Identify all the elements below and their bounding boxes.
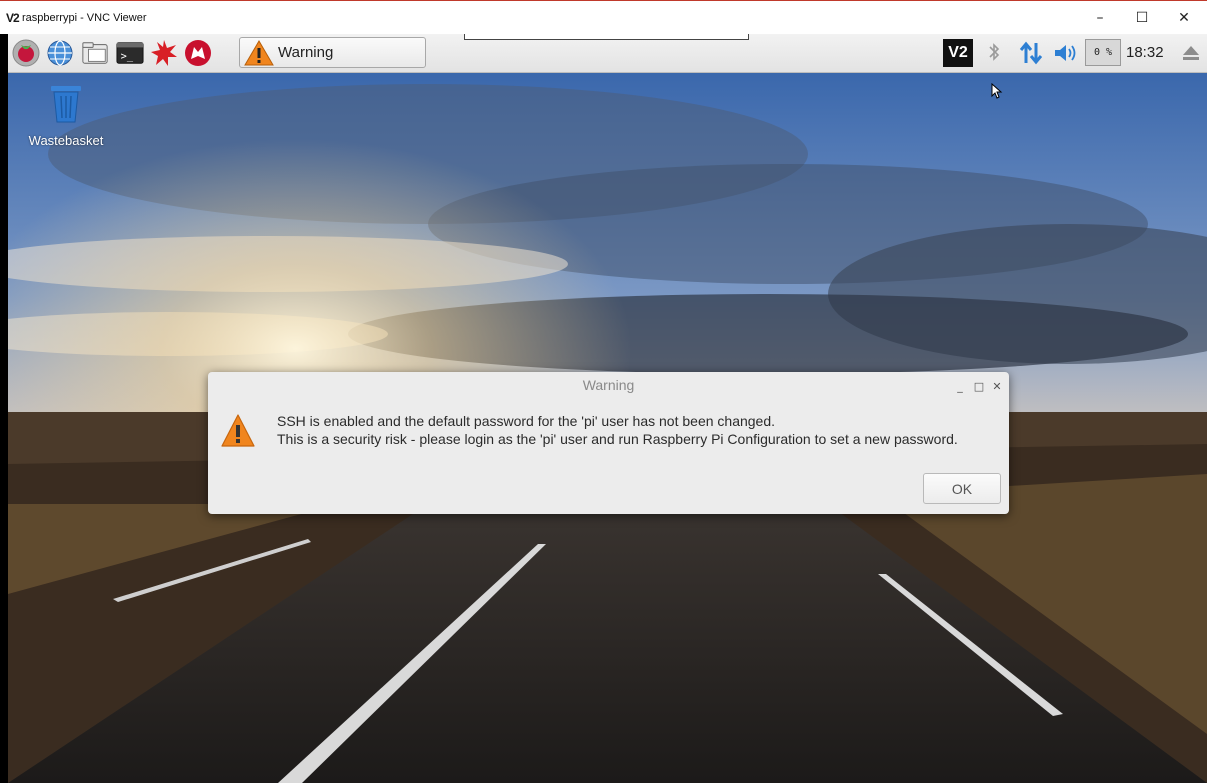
vnc-viewer-title-bar[interactable]: V2 raspberrypi - VNC Viewer – ☐ ✕ <box>0 0 1207 34</box>
window-close-button[interactable]: ✕ <box>1163 1 1205 34</box>
top-panel: >_ Warning V2 0 % 18:32 <box>8 34 1207 73</box>
vnc-logo-icon: V2 <box>6 11 20 25</box>
vnc-tray-label: V2 <box>948 44 968 61</box>
vnc-server-icon[interactable]: V2 <box>942 38 974 68</box>
cpu-usage-monitor[interactable]: 0 % <box>1085 39 1121 66</box>
bluetooth-icon[interactable] <box>984 38 1004 68</box>
trash-icon <box>51 86 81 123</box>
dialog-message: SSH is enabled and the default password … <box>277 412 1002 448</box>
network-icon[interactable] <box>1016 38 1046 68</box>
window-maximize-button[interactable]: ☐ <box>1121 1 1163 34</box>
terminal-icon[interactable]: >_ <box>116 39 144 67</box>
warning-icon <box>244 39 274 65</box>
web-browser-icon[interactable] <box>46 39 74 67</box>
window-minimize-button[interactable]: – <box>1079 1 1121 34</box>
dialog-message-line: SSH is enabled and the default password … <box>277 413 776 429</box>
taskbar-warning-button[interactable]: Warning <box>239 37 426 68</box>
mathematica-icon[interactable] <box>150 39 178 67</box>
mouse-cursor-icon <box>991 83 1003 99</box>
taskbar-item-label: Warning <box>278 44 334 61</box>
dialog-title: Warning <box>582 377 635 393</box>
wolfram-icon[interactable] <box>184 39 212 67</box>
file-manager-icon[interactable] <box>81 39 109 67</box>
dialog-message-line: This is a security risk - please login a… <box>277 431 958 447</box>
eject-icon[interactable] <box>1178 38 1204 68</box>
warning-icon <box>221 414 255 447</box>
panel-input-strip <box>464 34 749 40</box>
panel-clock[interactable]: 18:32 <box>1126 44 1164 61</box>
dialog-minimize-button[interactable]: _ <box>951 377 969 395</box>
ok-button[interactable]: OK <box>923 473 1001 504</box>
desktop-icon-label: Wastebasket <box>28 133 104 148</box>
dialog-maximize-button[interactable]: □ <box>970 377 988 395</box>
remote-desktop[interactable]: >_ Warning V2 0 % 18:32 Wastebasket Warn… <box>8 34 1207 783</box>
window-title: raspberrypi - VNC Viewer <box>22 12 147 24</box>
desktop-icon-wastebasket[interactable]: Wastebasket <box>16 82 116 148</box>
raspberry-menu-icon[interactable] <box>12 39 40 67</box>
volume-icon[interactable] <box>1052 38 1082 68</box>
warning-dialog[interactable]: Warning _ □ ✕ SSH is enabled and the def… <box>208 372 1009 514</box>
svg-text:>_: >_ <box>121 51 134 63</box>
dialog-close-button[interactable]: ✕ <box>988 377 1006 395</box>
